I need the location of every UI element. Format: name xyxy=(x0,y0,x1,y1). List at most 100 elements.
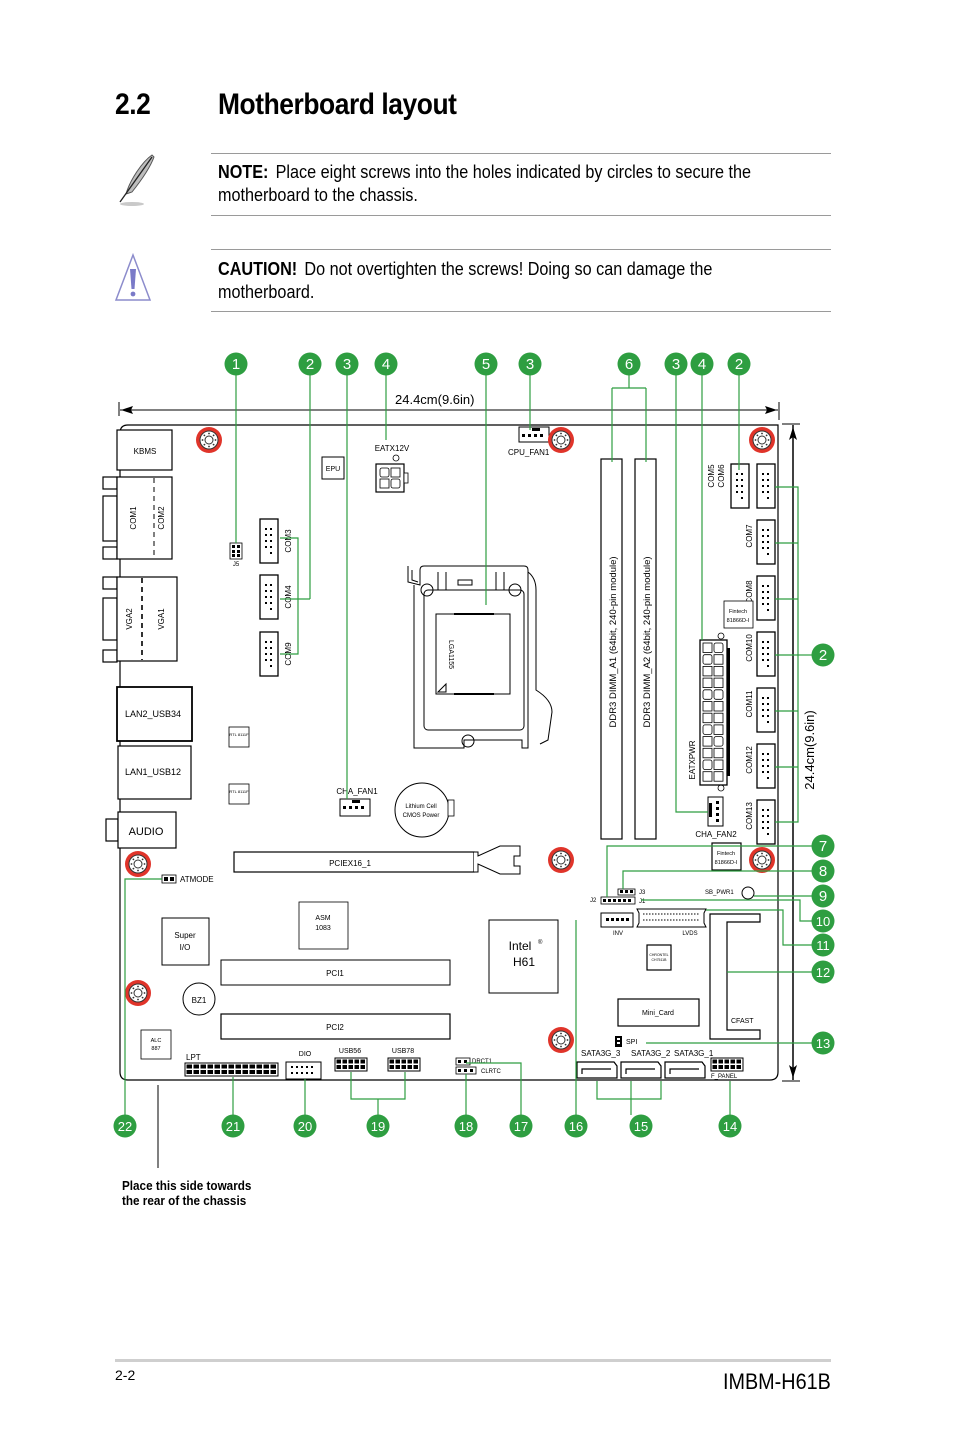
screw-hole xyxy=(547,846,575,874)
lvds-label: LVDS xyxy=(682,931,697,937)
callout-number: 2 xyxy=(819,647,827,664)
callout-number: 19 xyxy=(371,1119,385,1134)
spi-header xyxy=(615,1036,622,1047)
callout-badge: 10 xyxy=(811,909,835,933)
audio-label: AUDIO xyxy=(129,826,164,838)
com5-label: COM5 xyxy=(707,464,716,488)
callout-badge: 2 xyxy=(811,643,835,667)
callout-number: 7 xyxy=(819,838,827,855)
callout-number: 1 xyxy=(232,356,240,373)
com-header-top-right xyxy=(756,463,776,509)
com1-label: COM1 xyxy=(129,506,138,530)
screw-hole xyxy=(748,426,776,454)
com12-header xyxy=(756,743,776,789)
j2-label: J2 xyxy=(590,898,597,904)
com4-header xyxy=(259,574,279,620)
com11-label: COM11 xyxy=(745,690,754,718)
lan1-usb12-label: LAN1_USB12 xyxy=(125,767,181,777)
fintech-chip-1-line2: 81866D-I xyxy=(727,618,750,624)
battery-label-line1: Lithium Cell xyxy=(405,804,436,810)
callout-number: 3 xyxy=(343,356,351,373)
callout-badge: 11 xyxy=(811,933,835,957)
callout-badge: 14 xyxy=(718,1114,742,1138)
lvds-connector xyxy=(636,908,707,928)
com10-header xyxy=(756,631,776,677)
com7-label: COM7 xyxy=(745,524,754,548)
fintech-chip-2-line2: 81866D-I xyxy=(715,860,738,866)
dio-header xyxy=(285,1061,322,1080)
callout-number: 18 xyxy=(459,1119,473,1134)
com11-header xyxy=(756,687,776,733)
j5-label: J5 xyxy=(233,562,240,568)
callout-badge: 7 xyxy=(811,834,835,858)
callout-number: 16 xyxy=(569,1119,583,1134)
callout-badge: 15 xyxy=(629,1114,653,1138)
intel-label: Intel xyxy=(509,939,532,953)
callout-badge: 1 xyxy=(224,352,248,376)
callout-number: 11 xyxy=(816,938,830,953)
kbms-label: KBMS xyxy=(134,447,157,456)
fintech-chip-1-line1: Fintech xyxy=(729,609,747,615)
callout-badge: 17 xyxy=(509,1114,533,1138)
cha-fan2-label: CHA_FAN2 xyxy=(695,830,737,839)
com-bracket-bottom xyxy=(102,546,118,560)
callout-number: 13 xyxy=(816,1036,830,1051)
callout-badge: 19 xyxy=(366,1114,390,1138)
com4-label: COM4 xyxy=(284,585,293,609)
callout-number: 4 xyxy=(382,356,390,373)
callout-badge: 9 xyxy=(811,884,835,908)
j1-j2-header xyxy=(600,896,636,905)
fintech-chip-2-line1: Fintech xyxy=(717,851,735,857)
rear-note-line2: the rear of the chassis xyxy=(122,1193,247,1208)
com6-label: COM6 xyxy=(717,464,726,488)
callout-number: 2 xyxy=(735,356,743,373)
callout-number: 6 xyxy=(625,356,633,373)
atmode-label: ATMODE xyxy=(180,875,214,884)
epu-label: EPU xyxy=(326,466,340,473)
cha-fan1-header xyxy=(339,798,371,817)
eatxpwr-label: EATXPWR xyxy=(688,740,697,779)
j3-header xyxy=(617,888,636,896)
alc-line1: ALC xyxy=(151,1038,162,1044)
alc887-chip xyxy=(140,1029,172,1060)
sb-pwr1-led xyxy=(741,886,755,900)
battery-label-line2: CMOS Power xyxy=(403,813,440,819)
j3-label: J3 xyxy=(639,890,646,896)
callout-number: 3 xyxy=(672,356,680,373)
callout-badge: 4 xyxy=(374,352,398,376)
callout-badge: 5 xyxy=(474,352,498,376)
callout-badge: 3 xyxy=(335,352,359,376)
rtl-chip-2 xyxy=(228,783,250,805)
rtl-chip-2-label: RTL 8111F xyxy=(229,789,249,794)
callout-badge: 20 xyxy=(293,1114,317,1138)
sata2-port xyxy=(620,1061,662,1079)
cmos-battery xyxy=(394,782,455,838)
model-name: IMBM-H61B xyxy=(723,1369,831,1394)
rear-side-note: Place this side towards the rear of the … xyxy=(122,1178,251,1208)
cpu-fan-header xyxy=(518,426,550,443)
callout-badge: 4 xyxy=(690,352,714,376)
com3-label: COM3 xyxy=(284,529,293,553)
chrontel-line1: CHRONTEL xyxy=(649,953,668,957)
rtl-chip-1-label: RTL 8111F xyxy=(229,732,249,737)
pci2-label: PCI2 xyxy=(326,1023,344,1032)
inv-label: INV xyxy=(613,931,623,937)
cha-fan1-label: CHA_FAN1 xyxy=(336,787,378,796)
f-panel-header xyxy=(710,1057,744,1072)
chrontel-line2: CH7511B xyxy=(652,958,668,962)
dimm-a2-label: DDR3 DIMM_A2 (64bit, 240-pin module) xyxy=(642,556,653,727)
super-io-line2: I/O xyxy=(180,943,191,952)
vga2-label: VGA2 xyxy=(125,608,134,630)
asm-label-line2: 1083 xyxy=(315,925,331,932)
com7-header xyxy=(756,519,776,565)
cfast-label: CFAST xyxy=(731,1018,754,1025)
com5-com6-header xyxy=(730,463,750,509)
callout-number: 2 xyxy=(306,356,314,373)
usb78-label: USB78 xyxy=(392,1048,414,1055)
atmode-jumper xyxy=(161,874,177,884)
eatx12v-connector xyxy=(375,454,409,493)
footer-rule xyxy=(115,1359,831,1362)
com8-label: COM8 xyxy=(745,580,754,604)
vga-bracket xyxy=(102,597,118,641)
callout-badge: 12 xyxy=(811,960,835,984)
